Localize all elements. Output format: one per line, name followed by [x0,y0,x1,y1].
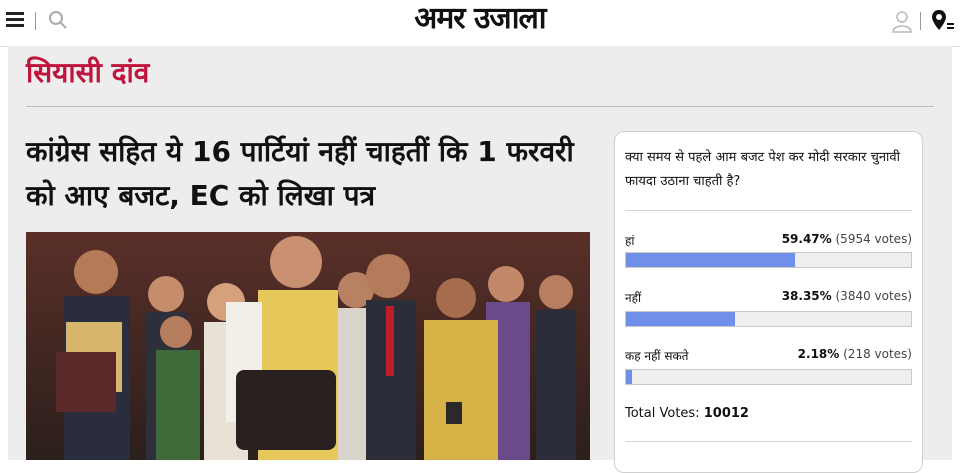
article-photo[interactable] [26,232,590,460]
poll-option-votes: (3840 votes) [835,289,913,303]
search-icon[interactable] [48,10,68,30]
poll-option-bar-fill [626,253,796,267]
poll-option-bar[interactable] [625,252,912,268]
poll-card: क्या समय से पहले आम बजट पेश कर मोदी सरका… [614,131,923,473]
poll-option-stat: 59.47% (5954 votes) [782,232,912,246]
poll-option-label: कह नहीं सकते [625,349,689,363]
poll-option-bar[interactable] [625,311,912,327]
article-headline[interactable]: कांग्रेस सहित ये 16 पार्टियां नहीं चाहती… [26,130,586,218]
divider [625,210,912,211]
site-logo[interactable]: अमर उजाला [380,0,580,40]
poll-total-votes: Total Votes: 10012 [625,406,749,421]
poll-option-votes: (5954 votes) [835,232,913,246]
poll-option-percent: 59.47% [781,232,832,246]
poll-option-bar-fill [626,370,633,384]
poll-option-label: नहीं [625,291,642,305]
poll-option-votes: (218 votes) [843,347,912,361]
poll-option-bar-fill [626,312,736,326]
poll-total-label: Total Votes: [625,406,700,421]
poll-option-percent: 2.18% [797,347,840,361]
user-icon[interactable] [890,9,914,33]
section-divider [26,106,934,107]
top-header: अमर उजाला [0,0,960,47]
divider [35,12,36,30]
divider [920,12,921,30]
poll-total-value: 10012 [703,406,749,421]
divider [625,441,912,442]
poll-option-percent: 38.35% [781,289,832,303]
poll-option-stat: 2.18% (218 votes) [798,347,912,361]
hamburger-menu-icon[interactable] [6,12,24,28]
poll-question: क्या समय से पहले आम बजट पेश कर मोदी सरका… [625,150,900,189]
poll-option-stat: 38.35% (3840 votes) [782,289,912,303]
section-title[interactable]: सियासी दांव [26,54,149,92]
location-icon[interactable] [930,8,956,34]
poll-option-label: हां [625,234,635,248]
poll-option-bar[interactable] [625,369,912,385]
